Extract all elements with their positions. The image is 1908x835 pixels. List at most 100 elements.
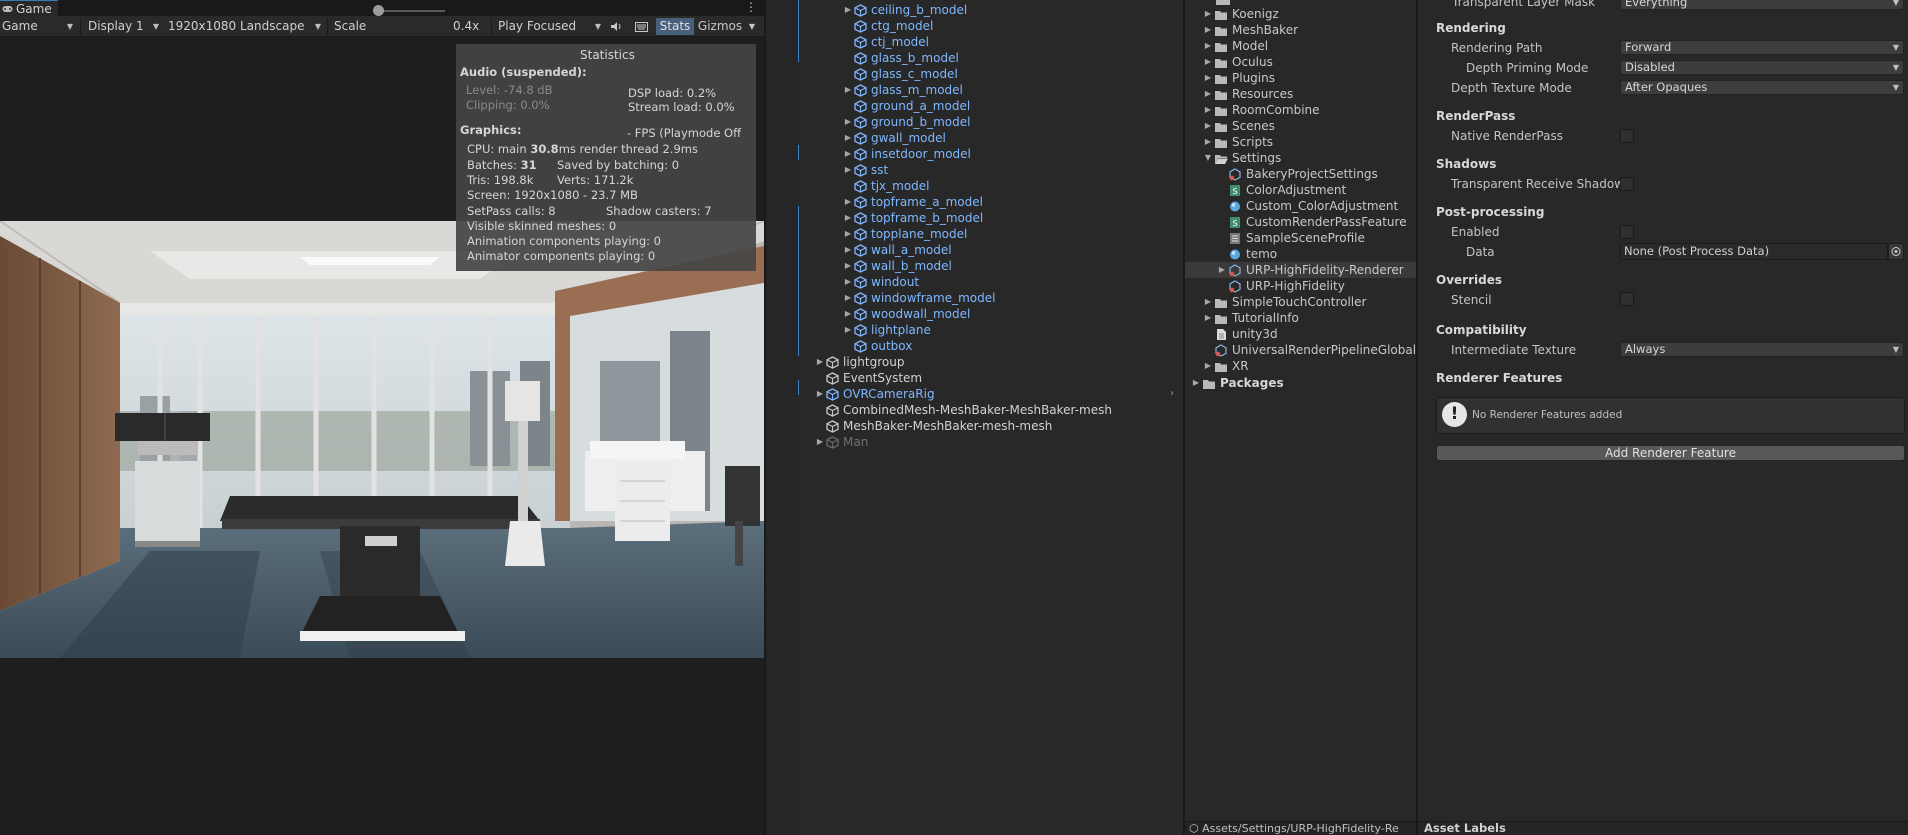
panel-menu-icon[interactable]: ⋮: [744, 0, 758, 16]
hierarchy-item[interactable]: ▶ topplane_model: [842, 226, 967, 242]
hierarchy-item[interactable]: glass_c_model: [842, 66, 958, 82]
hierarchy-item[interactable]: ▶ wall_a_model: [842, 242, 952, 258]
hierarchy-item[interactable]: ▶ glass_m_model: [842, 82, 963, 98]
project-item[interactable]: ▶ Packages: [1190, 375, 1284, 391]
expand-arrow-icon[interactable]: ▶: [1202, 70, 1214, 86]
resolution-dropdown[interactable]: 1920x1080 Landscape ▼: [166, 18, 324, 35]
hierarchy-root-item[interactable]: ▶ OVRCameraRig: [814, 386, 935, 402]
project-item[interactable]: ▶ Model: [1202, 38, 1268, 54]
asset-labels-header[interactable]: Asset Labels: [1418, 821, 1908, 835]
project-item[interactable]: ▶ Oculus: [1202, 54, 1273, 70]
expand-arrow-icon[interactable]: ▶: [814, 434, 826, 450]
expand-arrow-icon[interactable]: ▶: [1202, 54, 1214, 70]
project-item[interactable]: URP-HighFidelity: [1216, 278, 1345, 294]
expand-arrow-icon[interactable]: ▶: [1190, 375, 1202, 391]
game-mode-dropdown[interactable]: Game ▼: [0, 18, 76, 35]
collapse-arrow-icon[interactable]: ▼: [1202, 150, 1214, 166]
game-tab[interactable]: Game: [0, 0, 58, 16]
project-item[interactable]: temo: [1216, 246, 1277, 262]
expand-arrow-icon[interactable]: ▶: [842, 258, 854, 274]
hierarchy-item[interactable]: ▶ sst: [842, 162, 888, 178]
expand-arrow-icon[interactable]: ▶: [1202, 86, 1214, 102]
stats-grid-button[interactable]: [630, 18, 652, 35]
expand-arrow-icon[interactable]: ▶: [842, 2, 854, 18]
expand-arrow-icon[interactable]: ▶: [1202, 358, 1214, 374]
hierarchy-item[interactable]: ▶ ground_b_model: [842, 114, 971, 130]
project-item[interactable]: unity3d: [1202, 326, 1278, 342]
project-item[interactable]: ▶ Scripts: [1202, 134, 1273, 150]
expand-arrow-icon[interactable]: ▶: [842, 322, 854, 338]
project-item[interactable]: UniversalRenderPipelineGlobalS: [1202, 342, 1424, 358]
hierarchy-item[interactable]: tjx_model: [842, 178, 930, 194]
transparent-receive-shadow-checkbox[interactable]: [1620, 177, 1634, 191]
hierarchy-root-item[interactable]: MeshBaker-MeshBaker-mesh-mesh: [814, 418, 1052, 434]
project-item[interactable]: SampleSceneProfile: [1216, 230, 1365, 246]
expand-arrow-icon[interactable]: ▶: [1202, 310, 1214, 326]
expand-arrow-icon[interactable]: ▶: [814, 354, 826, 370]
native-renderpass-checkbox[interactable]: [1620, 129, 1634, 143]
scale-slider-knob[interactable]: [372, 5, 384, 16]
scale-slider[interactable]: [373, 10, 445, 12]
project-item[interactable]: ▶ RoomCombine: [1202, 102, 1320, 118]
expand-arrow-icon[interactable]: ▶: [1202, 102, 1214, 118]
hierarchy-item[interactable]: ctg_model: [842, 18, 933, 34]
hierarchy-root-item[interactable]: ▶ Man: [814, 434, 868, 450]
depth-texture-dropdown[interactable]: After Opaques ▼: [1620, 80, 1904, 95]
expand-arrow-icon[interactable]: ▶: [814, 386, 826, 402]
project-item[interactable]: S ColorAdjustment: [1216, 182, 1346, 198]
expand-arrow-icon[interactable]: ▶: [842, 130, 854, 146]
hierarchy-item[interactable]: ground_a_model: [842, 98, 970, 114]
stats-button[interactable]: Stats: [656, 18, 694, 35]
hierarchy-item[interactable]: ▶ gwall_model: [842, 130, 946, 146]
expand-arrow-icon[interactable]: ▶: [842, 162, 854, 178]
display-dropdown[interactable]: Display 1 ▼: [86, 18, 162, 35]
project-item[interactable]: BakeryProjectSettings: [1216, 166, 1378, 182]
expand-arrow-icon[interactable]: ▶: [842, 274, 854, 290]
project-item[interactable]: ▶ Koenigz: [1202, 6, 1279, 22]
hierarchy-root-item[interactable]: ▶ lightgroup: [814, 354, 905, 370]
expand-arrow-icon[interactable]: ▶: [1202, 294, 1214, 310]
hierarchy-item[interactable]: outbox: [842, 338, 912, 354]
add-renderer-feature-button[interactable]: Add Renderer Feature: [1436, 445, 1905, 461]
project-item[interactable]: ▶ SimpleTouchController: [1202, 294, 1367, 310]
expand-arrow-icon[interactable]: ▶: [1202, 118, 1214, 134]
expand-arrow-icon[interactable]: ▶: [842, 82, 854, 98]
mute-audio-button[interactable]: [606, 18, 626, 35]
hierarchy-item[interactable]: ▶ lightplane: [842, 322, 931, 338]
gizmos-dropdown-arrow-icon[interactable]: ▼: [745, 18, 759, 35]
expand-arrow-icon[interactable]: ▶: [842, 290, 854, 306]
hierarchy-root-item[interactable]: CombinedMesh-MeshBaker-MeshBaker-mesh: [814, 402, 1112, 418]
expand-arrow-icon[interactable]: ▶: [1202, 6, 1214, 22]
project-item[interactable]: S CustomRenderPassFeature: [1216, 214, 1407, 230]
project-item[interactable]: ▶ URP-HighFidelity-Renderer: [1216, 262, 1404, 278]
project-item[interactable]: ▼ Settings: [1202, 150, 1281, 166]
expand-arrow-icon[interactable]: ▶: [842, 226, 854, 242]
hierarchy-item[interactable]: ▶ windowframe_model: [842, 290, 996, 306]
play-mode-dropdown[interactable]: Play Focused ▼: [496, 18, 604, 35]
expand-arrow-icon[interactable]: ▶: [842, 194, 854, 210]
postprocess-data-field[interactable]: None (Post Process Data): [1620, 243, 1888, 260]
project-item[interactable]: ▶ MeshBaker: [1202, 22, 1298, 38]
expand-arrow-icon[interactable]: ▶: [1202, 134, 1214, 150]
rendering-path-dropdown[interactable]: Forward ▼: [1620, 40, 1904, 55]
gizmos-button[interactable]: Gizmos: [697, 18, 743, 35]
depth-priming-dropdown[interactable]: Disabled ▼: [1620, 60, 1904, 75]
hierarchy-item[interactable]: ▶ topframe_b_model: [842, 210, 983, 226]
expand-arrow-icon[interactable]: ▶: [842, 114, 854, 130]
expand-arrow-icon[interactable]: ▶: [842, 242, 854, 258]
hierarchy-item[interactable]: ▶ ceiling_b_model: [842, 2, 967, 18]
hierarchy-item[interactable]: ▶ topframe_a_model: [842, 194, 983, 210]
hierarchy-item[interactable]: ctj_model: [842, 34, 929, 50]
expand-arrow-icon[interactable]: ▶: [1216, 262, 1228, 278]
project-item[interactable]: ▶ Plugins: [1202, 70, 1275, 86]
intermediate-texture-dropdown[interactable]: Always ▼: [1620, 342, 1904, 357]
project-item[interactable]: ▶ Scenes: [1202, 118, 1275, 134]
hierarchy-item[interactable]: ▶ wall_b_model: [842, 258, 952, 274]
expand-arrow-icon[interactable]: ▶: [842, 210, 854, 226]
hierarchy-root-item[interactable]: EventSystem: [814, 370, 922, 386]
game-viewport-render[interactable]: [0, 221, 764, 658]
project-item[interactable]: ▶ TutorialInfo: [1202, 310, 1299, 326]
expand-arrow-icon[interactable]: ▶: [1202, 22, 1214, 38]
project-item[interactable]: Custom_ColorAdjustment: [1216, 198, 1398, 214]
stencil-checkbox[interactable]: [1620, 292, 1634, 306]
